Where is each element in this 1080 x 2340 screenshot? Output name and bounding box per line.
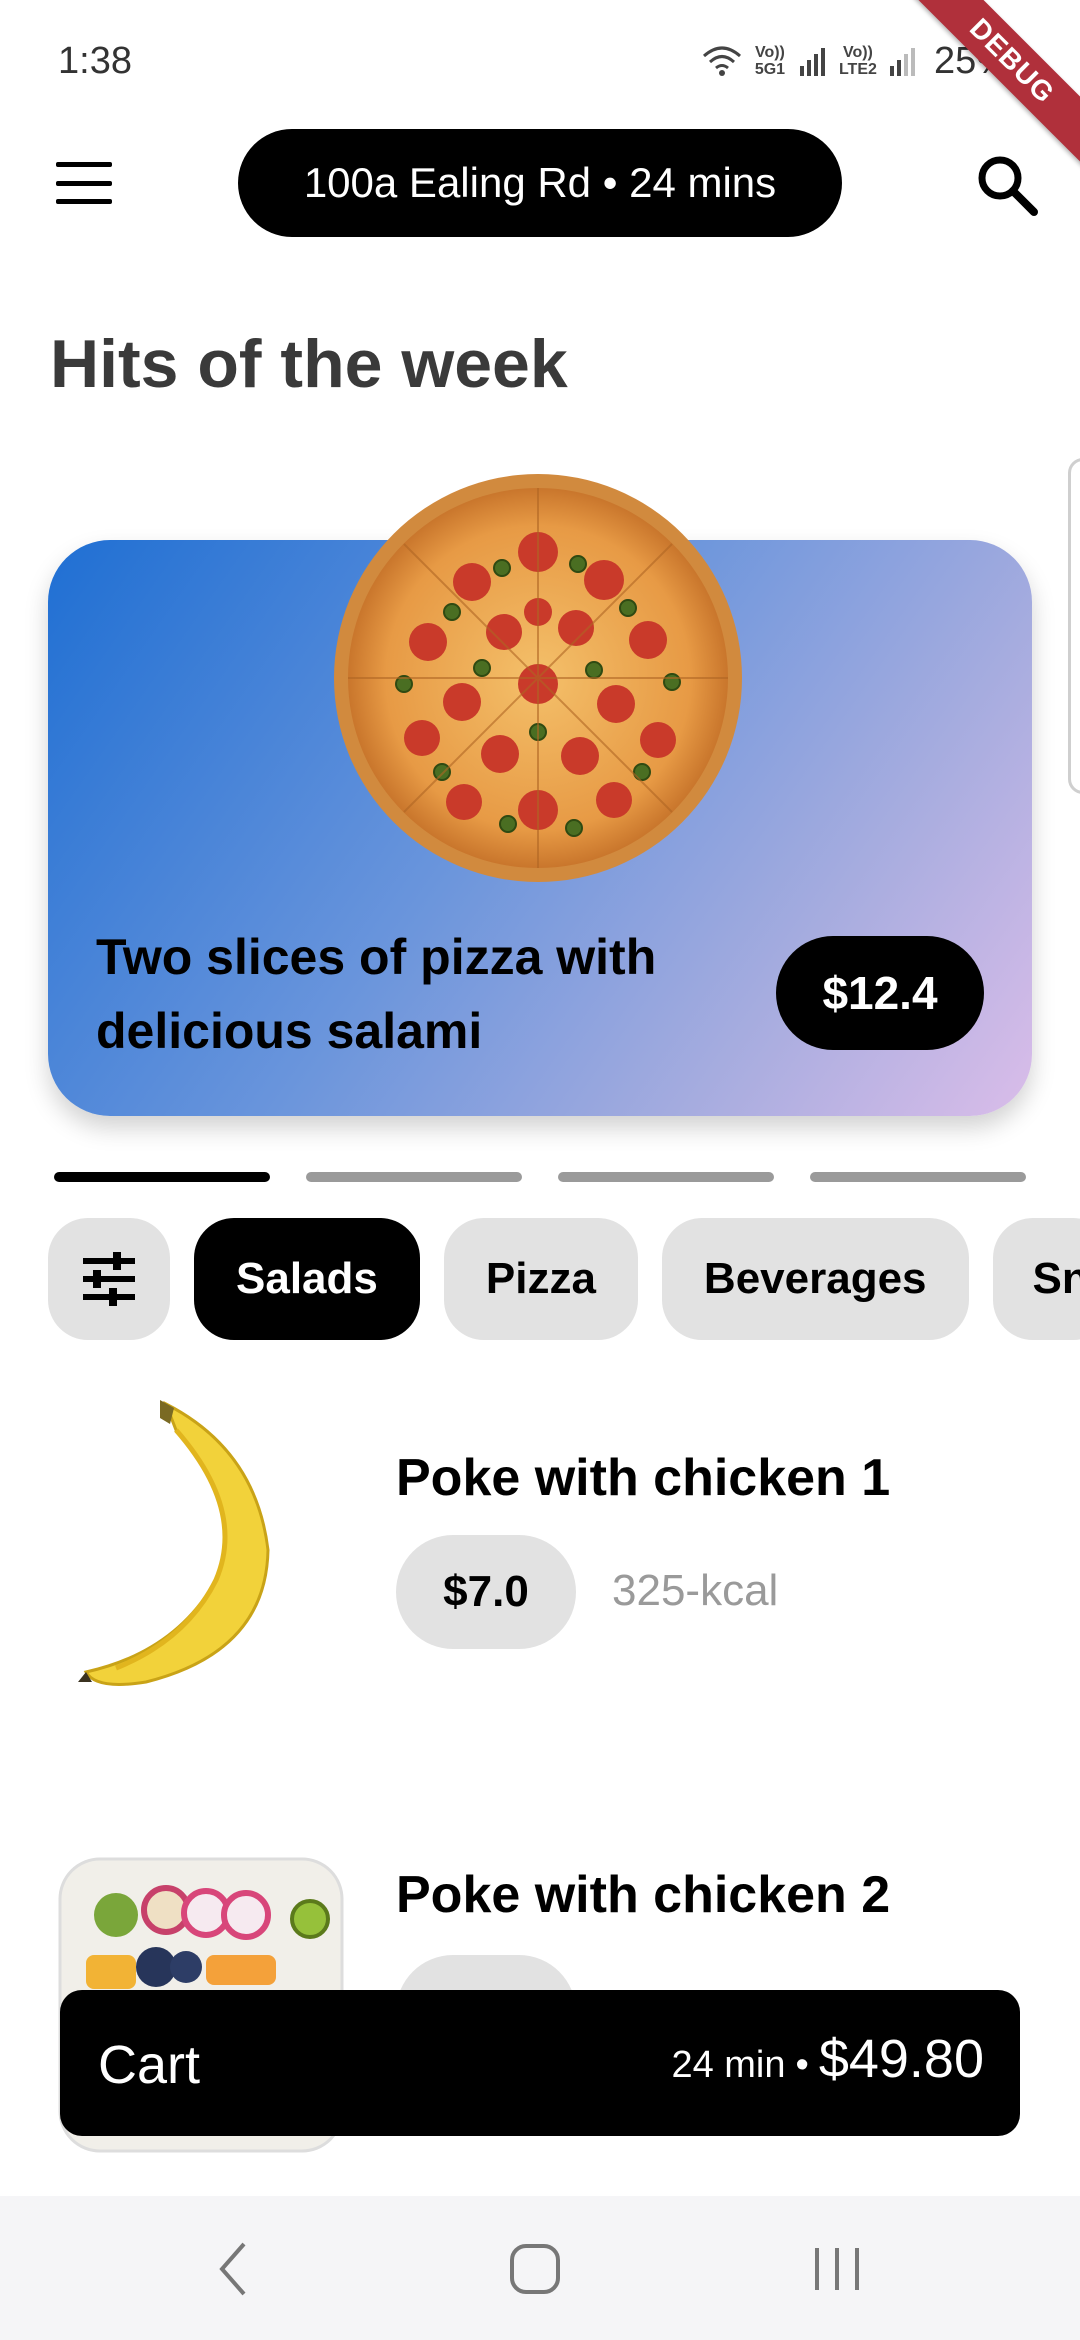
category-chip-snacks[interactable]: Sn xyxy=(992,1218,1080,1340)
sim1-label: Vo)) 5G1 xyxy=(754,44,786,78)
cart-total: $49.80 xyxy=(818,2029,984,2089)
signal-bars-1-icon xyxy=(799,48,825,76)
status-time: 1:38 xyxy=(58,40,132,82)
wifi-icon xyxy=(702,46,741,76)
carousel-indicator[interactable] xyxy=(810,1172,1026,1182)
category-chip-beverages[interactable]: Beverages xyxy=(661,1218,969,1340)
home-icon[interactable] xyxy=(490,2234,580,2304)
product-price[interactable]: $7.0 xyxy=(396,1535,576,1649)
cart-button[interactable]: Cart 24 min • $49.80 xyxy=(60,1990,1020,2136)
recents-icon[interactable] xyxy=(792,2234,882,2304)
filter-sliders-icon[interactable] xyxy=(48,1218,170,1340)
cart-delivery-time: 24 min xyxy=(671,2044,786,2086)
product-name: Poke with chicken 1 xyxy=(396,1449,891,1507)
cart-label: Cart xyxy=(98,2035,201,2095)
featured-card-price-button[interactable]: $12.4 xyxy=(776,936,984,1050)
carousel-indicator[interactable] xyxy=(558,1172,774,1182)
search-icon[interactable] xyxy=(972,150,1042,220)
category-chips: Salads Pizza Beverages Sn xyxy=(48,1218,1080,1340)
category-chip-pizza[interactable]: Pizza xyxy=(443,1218,638,1340)
banana-image xyxy=(78,1400,270,1686)
featured-card-title: Two slices of pizza with delicious salam… xyxy=(96,929,657,1059)
cart-summary: 24 min • $49.80 xyxy=(671,2028,984,2090)
product-kcal: 325-kcal xyxy=(612,1566,779,1615)
system-nav-bar xyxy=(0,2196,1080,2340)
menu-icon[interactable] xyxy=(52,158,116,208)
pizza-image xyxy=(334,474,742,882)
carousel-indicator[interactable] xyxy=(54,1172,270,1182)
carousel-indicator[interactable] xyxy=(306,1172,522,1182)
page-title: Hits of the week xyxy=(50,326,568,402)
signal-bars-2-icon xyxy=(889,48,915,76)
cart-separator: • xyxy=(795,2044,809,2086)
back-icon[interactable] xyxy=(190,2234,280,2304)
sim2-label: Vo)) LTE2 xyxy=(838,44,877,78)
next-featured-card[interactable] xyxy=(1068,458,1080,794)
status-bar: 1:38 Vo)) 5G1 Vo)) LTE2 25% DEBUG xyxy=(0,0,1080,170)
list-item[interactable]: Poke with chicken 1 $7.0 325-kcal xyxy=(0,1390,1080,1690)
category-chip-salads[interactable]: Salads xyxy=(194,1218,420,1340)
delivery-location-button[interactable]: 100a Ealing Rd • 24 mins xyxy=(238,129,842,237)
carousel-indicators xyxy=(54,1172,1026,1182)
product-name: Poke with chicken 2 xyxy=(396,1866,891,1924)
